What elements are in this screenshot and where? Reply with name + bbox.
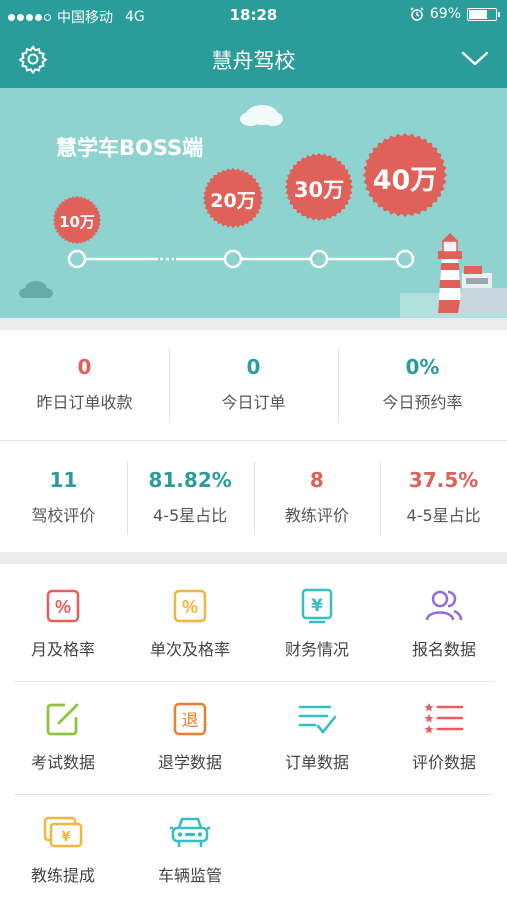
- battery-percent: 69%: [429, 6, 461, 22]
- stat-value: 37.5%: [408, 468, 479, 492]
- stat-coach-rating[interactable]: 8 教练评价: [253, 458, 381, 538]
- ship-icon: [458, 266, 507, 313]
- section-divider: [0, 552, 507, 564]
- menu-row: 考试数据 退 退学数据 订单数据 评价数据: [0, 683, 507, 795]
- star-list-icon: [424, 703, 464, 734]
- svg-text:退: 退: [182, 711, 199, 731]
- milestone-label: 20万: [210, 190, 256, 213]
- edit-icon: [46, 703, 79, 736]
- banner-title: 慧学车BOSS端: [56, 136, 204, 160]
- checklist-icon: [298, 705, 337, 735]
- menu-label: 评价数据: [411, 753, 476, 772]
- svg-text:%: %: [182, 597, 198, 617]
- cloud-icon: [19, 281, 53, 298]
- users-icon: [425, 590, 463, 621]
- menu-label: 订单数据: [284, 753, 349, 772]
- car-icon: [170, 817, 210, 847]
- withdraw-icon: 退: [173, 702, 207, 736]
- stat-coach-high-ratio[interactable]: 37.5% 4-5星占比: [380, 458, 507, 538]
- menu-exam-data[interactable]: 考试数据: [0, 683, 126, 795]
- menu-withdraw-data[interactable]: 退 退学数据: [127, 683, 253, 795]
- menu-label: 月及格率: [30, 640, 95, 659]
- daily-stats: 0 昨日订单收款 0 今日订单 0% 今日预约率: [0, 345, 507, 425]
- stat-booking-rate[interactable]: 0% 今日预约率: [338, 345, 507, 425]
- money-cards-icon: ¥: [43, 816, 83, 848]
- percent-icon: %: [173, 589, 207, 623]
- menu-enrollment[interactable]: 报名数据: [381, 570, 507, 682]
- menu-row: % 月及格率 % 单次及格率 ¥ 财务情况 报名数据: [0, 570, 507, 682]
- stat-label: 昨日订单收款: [36, 393, 133, 412]
- alarm-icon: [410, 7, 424, 21]
- chevron-down-icon[interactable]: [461, 50, 489, 68]
- menu-monthly-pass-rate[interactable]: % 月及格率: [0, 570, 126, 682]
- divider: [14, 794, 494, 795]
- stat-label: 今日订单: [221, 393, 286, 412]
- menu-order-data[interactable]: 订单数据: [254, 683, 380, 795]
- menu-label: 财务情况: [284, 640, 349, 659]
- svg-text:¥: ¥: [61, 830, 70, 845]
- menu-label: 报名数据: [411, 640, 476, 659]
- lighthouse-icon: [438, 233, 462, 313]
- stat-label: 驾校评价: [31, 506, 96, 525]
- divider: [0, 440, 507, 441]
- stat-school-rating[interactable]: 11 驾校评价: [0, 458, 127, 538]
- menu-coach-commission[interactable]: ¥ 教练提成: [0, 796, 126, 900]
- stat-value: 11: [49, 468, 78, 492]
- menu-label: 退学数据: [157, 753, 222, 772]
- stat-label: 今日预约率: [382, 393, 463, 412]
- menu-finance[interactable]: ¥ 财务情况: [254, 570, 380, 682]
- yen-icon: ¥: [301, 588, 333, 624]
- stat-yesterday-income[interactable]: 0 昨日订单收款: [0, 345, 169, 425]
- menu-label: 车辆监管: [157, 866, 222, 885]
- milestone-label: 40万: [372, 165, 438, 197]
- stat-value: 81.82%: [148, 468, 232, 492]
- svg-text:¥: ¥: [311, 596, 323, 616]
- menu-row: ¥ 教练提成 车辆监管: [0, 796, 507, 900]
- stat-value: 0: [246, 355, 261, 379]
- stat-label: 教练评价: [284, 506, 349, 525]
- battery-icon: [467, 7, 500, 21]
- menu-label: 考试数据: [30, 753, 95, 772]
- section-divider: [0, 318, 507, 330]
- stat-value: 0%: [405, 355, 440, 379]
- milestone-label: 30万: [293, 177, 345, 202]
- status-right: 69%: [410, 6, 500, 22]
- milestone-label: 10万: [59, 212, 95, 231]
- promo-banner[interactable]: 慧学车BOSS端 10万 20万 30万 40万: [0, 88, 507, 318]
- stat-today-orders[interactable]: 0 今日订单: [169, 345, 338, 425]
- menu-vehicle-monitor[interactable]: 车辆监管: [127, 796, 253, 900]
- percent-icon: %: [46, 589, 80, 623]
- divider: [14, 681, 494, 682]
- menu-rating-data[interactable]: 评价数据: [381, 683, 507, 795]
- nav-bar: 慧舟驾校: [0, 30, 507, 88]
- stat-value: 8: [309, 468, 324, 492]
- status-bar: 中国移动 4G 18:28 69%: [0, 0, 507, 30]
- menu-label: 教练提成: [30, 866, 95, 885]
- stat-label: 4-5星占比: [406, 506, 481, 525]
- rating-stats: 11 驾校评价 81.82% 4-5星占比 8 教练评价 37.5% 4-5星占…: [0, 458, 507, 538]
- page-title: 慧舟驾校: [211, 49, 296, 73]
- stat-value: 0: [77, 355, 92, 379]
- stat-label: 4-5星占比: [153, 506, 228, 525]
- menu-single-pass-rate[interactable]: % 单次及格率: [127, 570, 253, 682]
- cloud-icon: [240, 105, 283, 126]
- stat-school-high-ratio[interactable]: 81.82% 4-5星占比: [126, 458, 254, 538]
- svg-text:%: %: [55, 597, 71, 617]
- menu-label: 单次及格率: [149, 640, 230, 659]
